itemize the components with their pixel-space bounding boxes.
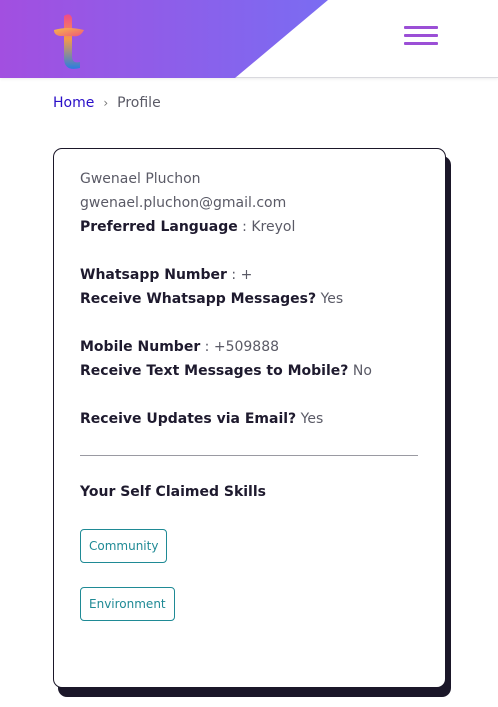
receive-text-label: Receive Text Messages to Mobile? (80, 363, 349, 379)
receive-whatsapp-row: Receive Whatsapp Messages? Yes (80, 289, 343, 309)
receive-email-value: Yes (296, 411, 324, 427)
whatsapp-number-label: Whatsapp Number (80, 267, 227, 283)
receive-text-row: Receive Text Messages to Mobile? No (80, 361, 372, 381)
profile-email: gwenael.pluchon@gmail.com (80, 195, 287, 211)
receive-email-label: Receive Updates via Email? (80, 411, 297, 427)
mobile-number-value: : +509888 (200, 339, 280, 355)
skill-tag-community[interactable]: Community (80, 529, 168, 563)
whatsapp-number-value: : + (226, 267, 253, 283)
mobile-number-row: Mobile Number : +509888 (80, 337, 279, 357)
menu-bar-icon (404, 34, 438, 37)
breadcrumb-home-link[interactable]: Home (53, 95, 94, 111)
chevron-right-icon: › (103, 96, 109, 110)
receive-whatsapp-label: Receive Whatsapp Messages? (80, 291, 317, 307)
mobile-number-label: Mobile Number (80, 339, 201, 355)
preferred-language-label: Preferred Language (80, 219, 238, 235)
receive-text-value: No (348, 363, 372, 379)
menu-bar-icon (404, 26, 438, 29)
receive-email-row: Receive Updates via Email? Yes (80, 409, 323, 429)
breadcrumb: Home › Profile (53, 95, 161, 111)
preferred-language-row: Preferred Language : Kreyol (80, 217, 295, 237)
preferred-language-value: : Kreyol (237, 219, 296, 235)
skills-title: Your Self Claimed Skills (80, 484, 266, 500)
hamburger-menu-button[interactable] (404, 24, 440, 48)
t-logo-icon[interactable] (50, 12, 90, 70)
site-header (0, 0, 498, 78)
profile-name: Gwenael Pluchon (80, 171, 201, 187)
section-divider (80, 455, 418, 456)
receive-whatsapp-value: Yes (316, 291, 344, 307)
breadcrumb-current: Profile (117, 95, 161, 111)
menu-bar-icon (404, 42, 438, 45)
skill-tag-environment[interactable]: Environment (80, 587, 175, 621)
whatsapp-number-row: Whatsapp Number : + (80, 265, 252, 285)
